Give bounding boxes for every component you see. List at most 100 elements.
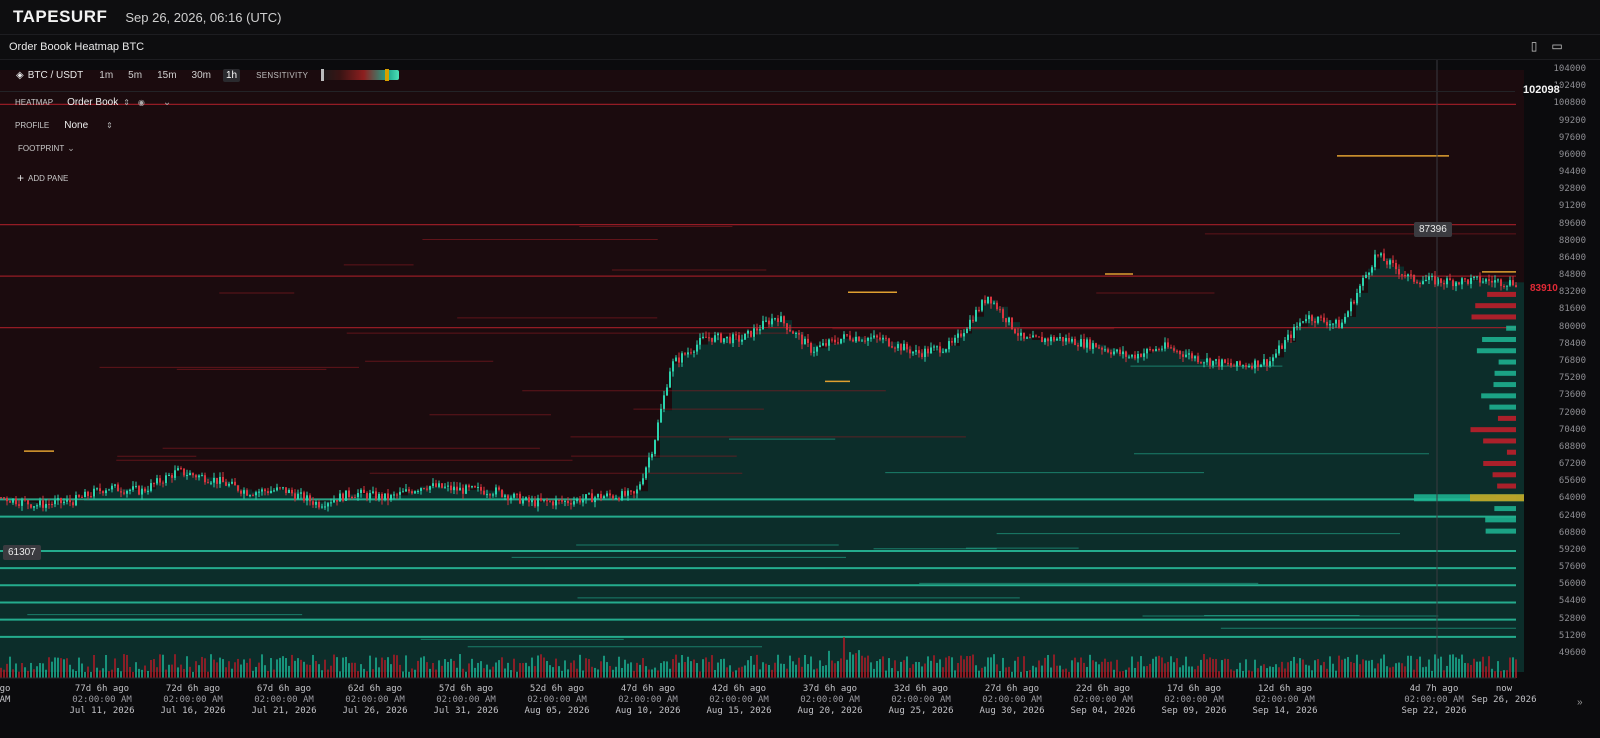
- volume-bar: [1311, 670, 1313, 678]
- bid-zone-column: [1128, 356, 1140, 672]
- candle-body: [1248, 365, 1250, 367]
- timeframe-1m[interactable]: 1m: [96, 69, 116, 82]
- candle-body: [18, 504, 20, 506]
- candle-body: [687, 352, 689, 355]
- volume-bar: [1359, 664, 1361, 678]
- volume-bar: [1161, 657, 1163, 678]
- sensitivity-max-handle[interactable]: [385, 69, 390, 81]
- profile-updown-icon[interactable]: ⇕: [106, 121, 113, 130]
- time-tick-clock: 02:00:00 AM: [709, 695, 769, 705]
- volume-bar: [1008, 666, 1010, 678]
- candle-body: [1263, 359, 1265, 365]
- volume-bar: [333, 654, 335, 678]
- footprint-row[interactable]: FOOTPRINT ⌄: [18, 143, 75, 154]
- volume-bar: [1413, 669, 1415, 678]
- profile-select[interactable]: None: [64, 120, 88, 131]
- bid-zone-column: [792, 331, 804, 672]
- timeframe-5m[interactable]: 5m: [125, 69, 145, 82]
- sensitivity-slider[interactable]: [321, 69, 400, 81]
- bid-zone-column: [804, 343, 816, 672]
- time-tick-clock: 02:00:00 AM: [345, 695, 405, 705]
- heatmap-select[interactable]: Order Book: [67, 97, 118, 108]
- volume-bar: [1305, 664, 1307, 678]
- candle-body: [858, 336, 860, 342]
- candle-body: [1011, 317, 1013, 329]
- chevron-down-icon[interactable]: ⌄: [163, 97, 171, 108]
- volume-bar: [348, 663, 350, 678]
- candle-body: [1206, 358, 1208, 363]
- bid-zone-column: [888, 342, 900, 672]
- volume-bar: [318, 664, 320, 678]
- bid-zone-column: [1284, 342, 1296, 672]
- volume-bar: [9, 656, 11, 678]
- candle-body: [834, 339, 836, 343]
- depth-profile-bar: [1476, 348, 1516, 354]
- volume-bar: [732, 671, 734, 678]
- volume-bar: [612, 669, 614, 678]
- candle-body: [288, 489, 290, 494]
- eye-icon[interactable]: ◉: [138, 98, 145, 107]
- maximize-icon[interactable]: ▯: [1527, 39, 1541, 53]
- candle-body: [171, 474, 173, 478]
- volume-bar: [57, 657, 59, 678]
- ask-zone-column: [468, 70, 480, 491]
- bid-zone-column: [1404, 274, 1416, 672]
- candle-body: [1236, 361, 1238, 367]
- candle-body: [237, 485, 239, 491]
- add-pane-button[interactable]: + ADD PANE: [17, 171, 68, 185]
- fullscreen-icon[interactable]: ▭: [1550, 39, 1564, 53]
- timeframe-30m[interactable]: 30m: [189, 69, 214, 82]
- candle-body: [711, 337, 713, 342]
- scroll-right-icon[interactable]: »: [1577, 697, 1583, 708]
- volume-bar: [150, 659, 152, 678]
- candle-body: [360, 489, 362, 494]
- time-tick-clock: 02:00:00 AM: [163, 695, 223, 705]
- app-logo[interactable]: TAPESURF: [13, 7, 107, 27]
- bid-zone-column: [1452, 281, 1464, 672]
- volume-bar: [675, 654, 677, 678]
- candle-body: [279, 487, 281, 489]
- candle-body: [624, 491, 626, 496]
- sensitivity-min-handle[interactable]: [321, 69, 325, 81]
- candle-body: [225, 482, 227, 486]
- volume-bar: [1203, 654, 1205, 678]
- candle-body: [456, 486, 458, 491]
- volume-bar: [930, 660, 932, 678]
- volume-bar: [1443, 670, 1445, 678]
- candle-body: [693, 351, 695, 353]
- depth-profile-bar: [1498, 359, 1516, 365]
- timeframe-1h[interactable]: 1h: [222, 68, 241, 82]
- volume-bar: [858, 650, 860, 678]
- candle-body: [315, 501, 317, 505]
- candle-body: [723, 338, 725, 343]
- time-tick-label: 77d 6h ago 02:00:00 AM Jul 11, 2026: [57, 684, 147, 717]
- candle-body: [201, 475, 203, 477]
- volume-bar: [450, 658, 452, 678]
- candle-body: [1380, 253, 1382, 256]
- candle-body: [186, 475, 188, 477]
- volume-bar: [270, 658, 272, 678]
- volume-bar: [1050, 667, 1052, 678]
- bid-zone-column: [348, 494, 360, 672]
- candle-body: [273, 490, 275, 492]
- candle-body: [843, 334, 845, 339]
- candle-body: [102, 491, 104, 494]
- volume-bar: [18, 671, 20, 678]
- candle-body: [363, 489, 365, 493]
- heatmap-updown-icon[interactable]: ⇕: [123, 98, 130, 107]
- candle-body: [1335, 319, 1337, 324]
- volume-bar: [1029, 670, 1031, 678]
- profile-label: PROFILE: [15, 121, 50, 130]
- timeframe-15m[interactable]: 15m: [154, 69, 179, 82]
- candle-body: [609, 493, 611, 496]
- volume-bar: [915, 661, 917, 678]
- volume-bar: [1329, 656, 1331, 678]
- candle-body: [756, 328, 758, 331]
- volume-bar: [138, 668, 140, 678]
- pair-selector[interactable]: ◈ BTC / USDT: [16, 70, 83, 81]
- candle-body: [507, 495, 509, 501]
- depth-profile-bar: [1471, 314, 1516, 320]
- candle-body: [429, 486, 431, 490]
- ask-zone-column: [924, 70, 936, 352]
- volume-bar: [1326, 668, 1328, 678]
